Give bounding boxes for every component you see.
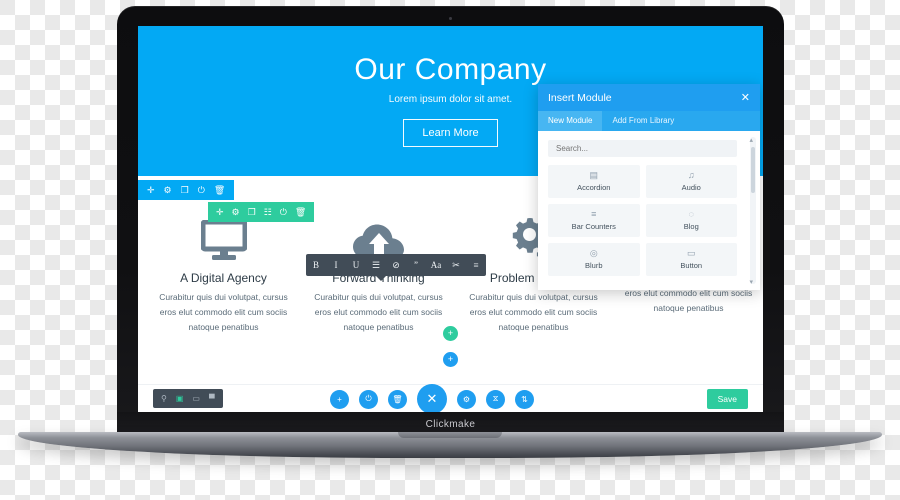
history-button[interactable]: ⧖ [486,389,505,409]
module-label: Bar Counters [571,222,616,231]
italic-icon[interactable]: I [326,260,346,270]
sort-button[interactable]: ⇅ [515,389,534,409]
button-icon: ▭ [686,248,696,258]
tab-new-module[interactable]: New Module [538,111,603,131]
add-row-button[interactable]: + [443,352,458,367]
underline-icon[interactable]: U [346,260,366,270]
trash-icon[interactable]: 🗑 [214,185,225,195]
module-toolbar[interactable]: ✛ ⚙ ❐ ☷ ⏻ 🗑 [208,202,315,222]
trash-button[interactable]: 🗑 [388,389,407,409]
feature-text: Curabitur quis dui volutpat, cursus eros… [469,292,598,332]
feature-column: A Digital Agency Curabitur quis dui volu… [146,206,301,335]
duplicate-icon[interactable]: ❐ [248,207,256,217]
move-icon[interactable]: ✛ [147,185,155,195]
scrollbar-thumb[interactable] [751,147,755,193]
add-button[interactable]: + [330,389,349,409]
save-button[interactable]: Save [706,389,748,409]
toolbar-caret-icon [376,276,386,281]
panel-title: Insert Module [548,91,612,104]
module-card-bar-counters[interactable]: ≡ Bar Counters [548,204,640,237]
tab-add-from-library[interactable]: Add From Library [602,111,684,131]
trash-icon[interactable]: 🗑 [295,207,306,217]
feature-title: A Digital Agency [180,271,267,285]
module-card-blog[interactable]: ◌ Blog [645,204,737,237]
module-label: Button [680,261,703,270]
builder-actions: + ⏻ 🗑 ✕ ⚙ ⧖ ⇅ [330,384,534,412]
laptop-device: Our Company Lorem ipsum dolor sit amet. … [0,0,900,500]
panel-tabs: New Module Add From Library [538,111,760,131]
audio-icon: ♫ [687,170,695,180]
module-card-accordion[interactable]: ▤ Accordion [548,165,640,198]
panel-header: Insert Module ✕ [538,84,760,111]
columns-icon[interactable]: ☷ [264,207,272,217]
bar-counters-icon: ≡ [591,209,597,219]
module-card-button[interactable]: ▭ Button [645,243,737,276]
builder-bottom-bar: ⚲ ▣ ▭ ▀ + ⏻ 🗑 ✕ ⚙ ⧖ ⇅ Save [138,384,763,412]
laptop-notch [398,432,502,438]
camera-dot-icon [449,17,452,20]
settings-button[interactable]: ⚙ [457,389,476,409]
power-icon[interactable]: ⏻ [280,207,287,217]
feature-text: Curabitur quis dui volutpat, cursus eros… [314,292,443,332]
bold-icon[interactable]: B [306,260,326,270]
row-toolbar[interactable]: ✛ ⚙ ❐ ⏻ 🗑 [138,180,235,200]
close-icon[interactable]: ✕ [741,91,750,104]
module-label: Blog [683,222,699,231]
module-card-audio[interactable]: ♫ Audio [645,165,737,198]
quote-icon[interactable]: ” [406,260,426,270]
desktop-icon[interactable]: ▣ [176,394,184,403]
module-grid: ▤ Accordion ♫ Audio ≡ Bar Counters ◌ Blo… [548,165,737,276]
search-input[interactable] [548,140,737,157]
unlink-icon[interactable]: ⊘ [386,260,406,271]
accordion-icon: ▤ [589,170,598,180]
align-icon[interactable]: ☰ [366,260,386,271]
move-icon[interactable]: ✛ [216,207,224,217]
blurb-icon: ◎ [589,248,598,258]
laptop-screen: Our Company Lorem ipsum dolor sit amet. … [138,26,763,412]
list-icon[interactable]: ≡ [466,260,486,270]
add-module-button[interactable]: + [443,326,458,341]
panel-body: ▤ Accordion ♫ Audio ≡ Bar Counters ◌ Blo… [538,131,760,290]
text-size-icon[interactable]: Aa [426,260,446,270]
scroll-down-icon[interactable]: ▾ [749,278,753,286]
blog-icon: ◌ [688,209,694,219]
insert-module-panel: Insert Module ✕ New Module Add From Libr… [538,84,760,290]
panel-scrollbar[interactable]: ▴ ▾ [749,136,756,286]
power-button[interactable]: ⏻ [359,389,378,409]
device-preview-group[interactable]: ⚲ ▣ ▭ ▀ [153,389,223,408]
scroll-up-icon[interactable]: ▴ [749,136,753,144]
zoom-icon[interactable]: ⚲ [161,394,167,403]
phone-icon[interactable]: ▀ [209,394,215,403]
power-icon[interactable]: ⏻ [198,185,205,195]
gear-icon[interactable]: ⚙ [232,207,240,217]
close-builder-button[interactable]: ✕ [417,384,447,412]
gear-icon[interactable]: ⚙ [164,185,172,195]
module-label: Accordion [577,183,611,192]
module-label: Blurb [584,261,603,270]
module-card-blurb[interactable]: ◎ Blurb [548,243,640,276]
feature-text: Curabitur quis dui volutpat, cursus eros… [159,292,288,332]
text-format-toolbar[interactable]: B I U ☰ ⊘ ” Aa ✂ ≡ [306,254,486,276]
page-title: Our Company [354,53,547,86]
module-label: Audio [681,183,701,192]
tablet-icon[interactable]: ▭ [192,394,200,403]
clear-format-icon[interactable]: ✂ [446,260,466,271]
duplicate-icon[interactable]: ❐ [181,185,189,195]
learn-more-button[interactable]: Learn More [403,118,498,147]
